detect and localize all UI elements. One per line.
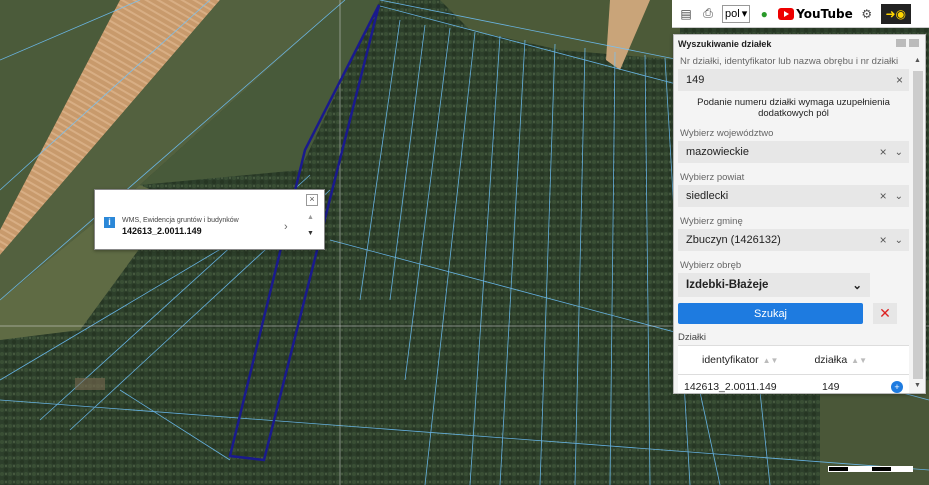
close-icon[interactable] <box>909 39 919 47</box>
search-button[interactable]: Szukaj <box>678 303 863 324</box>
voivodeship-label: Wybierz województwo <box>680 128 774 139</box>
results-table: identyfikator ▲▼ działka ▲▼ 142613_2.0011.… <box>678 345 909 393</box>
print-icon[interactable]: ⎙ <box>700 6 716 22</box>
settings-icon[interactable]: ⚙ <box>859 6 875 22</box>
help-icon[interactable]: ● <box>756 6 772 22</box>
info-icon[interactable]: + <box>891 381 903 393</box>
close-icon[interactable]: × <box>306 194 318 206</box>
col-parcel-header[interactable]: działka ▲▼ <box>814 354 867 366</box>
feature-info-popup: × i WMS, Ewidencja gruntów i budynków 14… <box>94 189 325 250</box>
voivodeship-value: mazowieckie <box>686 146 749 158</box>
voivodeship-select[interactable]: mazowieckie × ⌄ <box>678 141 909 163</box>
search-label: Nr działki, identyfikator lub nazwa obrę… <box>680 56 899 67</box>
clear-search-button[interactable]: ✕ <box>873 303 897 324</box>
precinct-select[interactable]: Izdebki-Błażeje ⌄ <box>678 273 870 297</box>
action-row: Szukaj ✕ <box>678 303 909 324</box>
col-identifier-header[interactable]: identyfikator ▲▼ <box>702 354 778 366</box>
clear-icon[interactable]: × <box>880 145 887 159</box>
requirement-note: Podanie numeru działki wymaga uzupełnien… <box>697 97 890 119</box>
panel-scrollbar[interactable]: ▲ ▼ <box>911 57 923 389</box>
chevron-down-icon: ⌄ <box>852 280 862 292</box>
sort-icon: ▲▼ <box>851 356 867 365</box>
minimize-icon[interactable] <box>896 39 906 47</box>
info-icon[interactable]: ▤ <box>678 6 694 22</box>
chevron-down-icon[interactable]: ⌄ <box>895 147 903 158</box>
results-label: Działki <box>678 332 706 343</box>
scroll-up-icon[interactable]: ▲ <box>307 214 314 221</box>
language-value: pol <box>725 7 740 20</box>
popup-layer-name: WMS, Ewidencja gruntów i budynków <box>122 217 239 224</box>
scroll-down-icon[interactable]: ▼ <box>914 382 921 389</box>
chevron-right-icon[interactable]: › <box>284 221 288 233</box>
scroll-down-icon[interactable]: ▼ <box>307 230 314 237</box>
commune-label: Wybierz gminę <box>680 216 743 227</box>
table-row[interactable]: 142613_2.0011.149 149 + <box>678 375 909 393</box>
precinct-label: Wybierz obręb <box>680 260 742 271</box>
clear-icon[interactable]: × <box>880 233 887 247</box>
county-select[interactable]: siedlecki × ⌄ <box>678 185 909 207</box>
top-toolbar: ▤ ⎙ pol ▾ ● YouTube ⚙ ➜◉ <box>672 0 929 28</box>
clear-icon[interactable]: × <box>896 73 903 87</box>
row-identifier: 142613_2.0011.149 <box>684 381 777 393</box>
popup-parcel-id: 142613_2.0011.149 <box>122 226 202 236</box>
precinct-value: Izdebki-Błażeje <box>686 279 769 291</box>
chevron-down-icon[interactable]: ⌄ <box>895 235 903 246</box>
search-input[interactable]: 149 × <box>678 69 909 91</box>
youtube-link[interactable]: YouTube <box>778 7 853 21</box>
eye-icon[interactable]: ➜◉ <box>880 3 911 24</box>
clear-icon[interactable]: × <box>880 189 887 203</box>
info-icon: i <box>104 217 115 228</box>
scale-bar <box>828 466 913 472</box>
scroll-thumb[interactable] <box>913 71 923 379</box>
chevron-down-icon[interactable]: ⌄ <box>895 191 903 202</box>
results-header: identyfikator ▲▼ działka ▲▼ <box>678 346 909 375</box>
row-parcel: 149 <box>822 381 840 393</box>
commune-select[interactable]: Zbuczyn (1426132) × ⌄ <box>678 229 909 251</box>
language-select[interactable]: pol ▾ <box>722 4 751 23</box>
scroll-up-icon[interactable]: ▲ <box>914 57 921 64</box>
search-value: 149 <box>686 74 705 86</box>
panel-window-buttons <box>896 39 919 59</box>
county-value: siedlecki <box>686 190 729 202</box>
county-label: Wybierz powiat <box>680 172 745 183</box>
youtube-label: YouTube <box>796 6 853 21</box>
sort-icon: ▲▼ <box>762 356 779 365</box>
chevron-down-icon: ▾ <box>741 8 748 20</box>
panel-body: Nr działki, identyfikator lub nazwa obrę… <box>678 57 909 393</box>
youtube-icon <box>778 7 795 20</box>
commune-value: Zbuczyn (1426132) <box>686 234 781 246</box>
parcel-search-panel: Wyszukiwanie działek Nr działki, identyf… <box>673 34 926 394</box>
